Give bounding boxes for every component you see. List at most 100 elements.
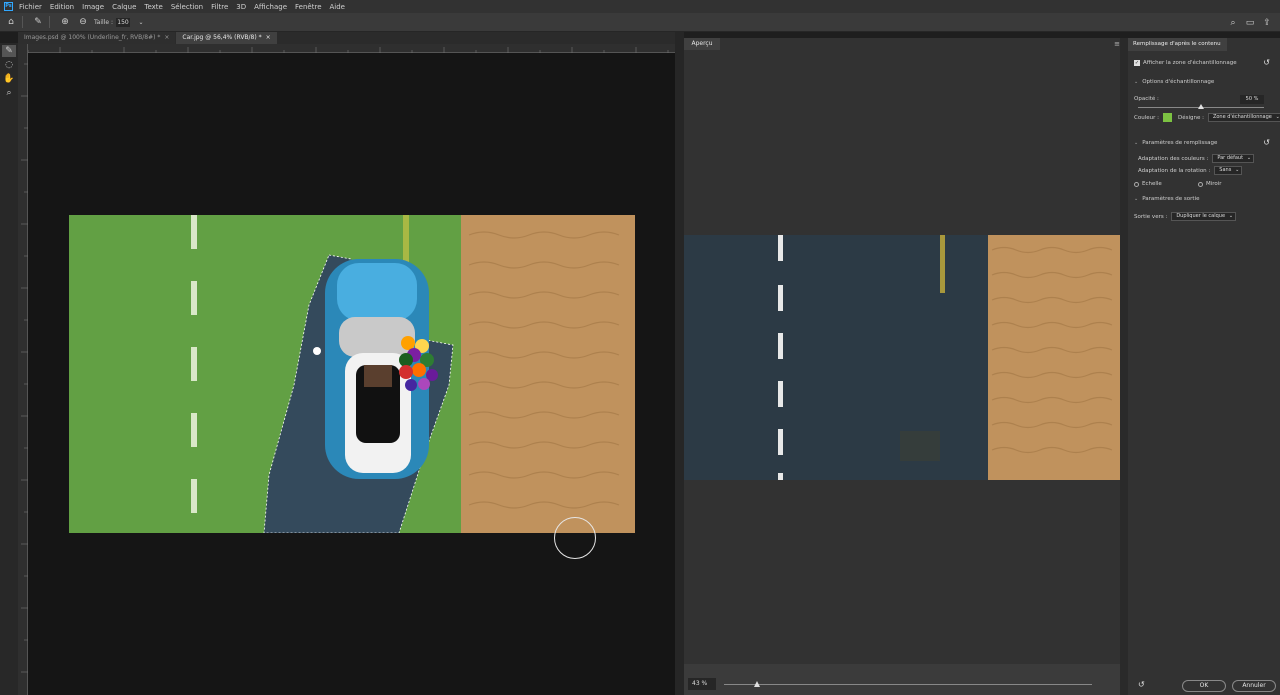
menu-aide[interactable]: Aide	[330, 3, 345, 11]
zoom-input[interactable]: 43 %	[688, 678, 716, 690]
share-icon[interactable]: ⇪	[1260, 16, 1274, 30]
vertical-ruler	[18, 44, 28, 695]
zoom-slider-thumb[interactable]	[754, 681, 761, 687]
tab-label: Images.psd @ 100% (Underline_fr, RVB/8#)…	[24, 34, 161, 41]
size-input[interactable]: 150	[115, 17, 130, 27]
chevron-down-icon: ⌄	[1246, 155, 1252, 161]
menu-selection[interactable]: Sélection	[171, 3, 203, 11]
add-to-selection-icon[interactable]: ⊕	[58, 15, 72, 29]
scale-checkbox[interactable]	[1134, 181, 1139, 187]
scale-label: Echelle	[1142, 181, 1162, 187]
menu-image[interactable]: Image	[82, 3, 104, 11]
opacity-row: Opacité :	[1134, 96, 1159, 102]
scrollbar[interactable]	[1120, 38, 1128, 695]
menu-edition[interactable]: Edition	[50, 3, 74, 11]
output-to-value: Dupliquer le calque	[1176, 213, 1226, 219]
sampling-options-label: Options d'échantillonnage	[1142, 79, 1215, 85]
menu-filtre[interactable]: Filtre	[211, 3, 228, 11]
tab-preview[interactable]: Aperçu	[684, 38, 720, 50]
menu-affichage[interactable]: Affichage	[254, 3, 287, 11]
panel-title[interactable]: Remplissage d'après le contenu	[1128, 38, 1227, 51]
hand-tool-icon[interactable]: ✋	[2, 73, 16, 85]
show-sampling-row[interactable]: ✓ Afficher la zone d'échantillonnage	[1134, 60, 1237, 66]
chevron-down-icon[interactable]: ⌄	[134, 15, 148, 29]
tab-label: Car.jpg @ 56,4% (RVB/8) *	[182, 34, 262, 41]
zoom-slider[interactable]	[724, 681, 1092, 687]
document-tabs: Images.psd @ 100% (Underline_fr, RVB/8#)…	[18, 32, 675, 44]
reset-icon[interactable]: ↺	[1263, 138, 1270, 147]
car-image[interactable]	[69, 215, 635, 533]
chevron-down-icon: ⌄	[1134, 79, 1139, 85]
output-params-header[interactable]: ⌄ Paramètres de sortie	[1134, 196, 1200, 202]
menu-calque[interactable]: Calque	[112, 3, 136, 11]
chevron-down-icon: ⌄	[1134, 196, 1139, 202]
output-to-row: Sortie vers : Dupliquer le calque ⌄	[1134, 212, 1237, 221]
document-canvas[interactable]	[28, 53, 675, 695]
sampling-brush-tool-icon[interactable]: ✎	[2, 45, 16, 57]
menu-bar: Ps Fichier Edition Image Calque Texte Sé…	[0, 0, 1280, 13]
panel-divider[interactable]	[675, 32, 684, 695]
reset-all-icon[interactable]: ↺	[1138, 680, 1145, 689]
preview-panel: Aperçu ≡ 43 %	[684, 38, 1120, 695]
divider	[49, 16, 50, 28]
tab-images-psd[interactable]: Images.psd @ 100% (Underline_fr, RVB/8#)…	[18, 32, 176, 44]
chevron-down-icon: ⌄	[1134, 140, 1139, 146]
options-bar: ⌂ ✎ ⊕ ⊖ Taille : 150 ⌄ ⌕ ▭ ⇪	[0, 13, 1280, 32]
mirror-row[interactable]: Miroir	[1198, 181, 1222, 187]
cancel-button[interactable]: Annuler	[1232, 680, 1276, 692]
close-icon[interactable]: ×	[266, 34, 271, 41]
search-icon[interactable]: ⌕	[1226, 16, 1240, 30]
designates-value: Zone d'échantillonnage	[1212, 114, 1272, 120]
chevron-down-icon: ⌄	[1235, 167, 1240, 173]
color-adapt-label: Adaptation des couleurs :	[1138, 155, 1209, 162]
mirror-checkbox[interactable]	[1198, 181, 1203, 187]
color-adapt-value: Par défaut	[1217, 155, 1244, 161]
scale-row[interactable]: Echelle	[1134, 181, 1162, 187]
show-sampling-checkbox[interactable]: ✓	[1134, 60, 1140, 66]
tools-panel: ✎ ◌ ✋ ⌕	[0, 43, 18, 695]
preview-footer: 43 %	[684, 664, 1120, 695]
menu-3d[interactable]: 3D	[236, 3, 246, 11]
rotation-adapt-dropdown[interactable]: Sans ⌄	[1214, 166, 1243, 175]
opacity-slider[interactable]	[1138, 104, 1264, 109]
sampling-options-header[interactable]: ⌄ Options d'échantillonnage	[1134, 79, 1214, 85]
mirror-label: Miroir	[1206, 181, 1222, 187]
close-icon[interactable]: ×	[164, 34, 169, 41]
photoshop-logo: Ps	[4, 2, 13, 11]
opacity-slider-thumb[interactable]	[1198, 104, 1204, 109]
ok-button[interactable]: OK	[1182, 680, 1226, 692]
output-to-dropdown[interactable]: Dupliquer le calque ⌄	[1171, 212, 1237, 221]
horizontal-ruler	[27, 44, 675, 53]
workspace-icon[interactable]: ▭	[1243, 16, 1257, 30]
divider	[22, 16, 23, 28]
color-adapt-dropdown[interactable]: Par défaut ⌄	[1212, 154, 1255, 163]
brush-preset-icon[interactable]: ✎	[31, 15, 45, 29]
panel-footer: ↺ OK Annuler	[1128, 676, 1280, 695]
chevron-down-icon: ⌄	[1275, 114, 1280, 120]
lasso-tool-icon[interactable]: ◌	[2, 59, 16, 71]
output-params-label: Paramètres de sortie	[1142, 196, 1200, 202]
designates-label: Désigne :	[1177, 114, 1204, 121]
designates-dropdown[interactable]: Zone d'échantillonnage ⌄	[1207, 113, 1280, 122]
content-aware-fill-panel: Remplissage d'après le contenu ✓ Affiche…	[1128, 38, 1280, 695]
color-adapt-row: Adaptation des couleurs : Par défaut ⌄	[1138, 154, 1255, 163]
rotation-adapt-row: Adaptation de la rotation : Sans ⌄	[1138, 166, 1243, 175]
menu-fichier[interactable]: Fichier	[19, 3, 42, 11]
color-swatch[interactable]	[1162, 113, 1172, 122]
reset-icon[interactable]: ↺	[1263, 58, 1270, 67]
chevron-down-icon: ⌄	[1228, 213, 1234, 219]
color-label: Couleur :	[1134, 114, 1159, 121]
rotation-adapt-value: Sans	[1219, 167, 1232, 173]
menu-texte[interactable]: Texte	[144, 3, 162, 11]
output-to-label: Sortie vers :	[1134, 213, 1168, 220]
size-label: Taille :	[94, 18, 113, 26]
fill-params-header[interactable]: ⌄ Paramètres de remplissage	[1134, 140, 1217, 146]
opacity-input[interactable]: 50 %	[1240, 95, 1264, 104]
tab-car-jpg[interactable]: Car.jpg @ 56,4% (RVB/8) * ×	[176, 32, 277, 44]
menu-fenetre[interactable]: Fenêtre	[295, 3, 321, 11]
preview-image	[684, 235, 1120, 480]
subtract-from-selection-icon[interactable]: ⊖	[76, 15, 90, 29]
home-icon[interactable]: ⌂	[4, 15, 18, 29]
color-row: Couleur : Désigne : Zone d'échantillonna…	[1134, 113, 1280, 122]
zoom-tool-icon[interactable]: ⌕	[2, 87, 16, 99]
